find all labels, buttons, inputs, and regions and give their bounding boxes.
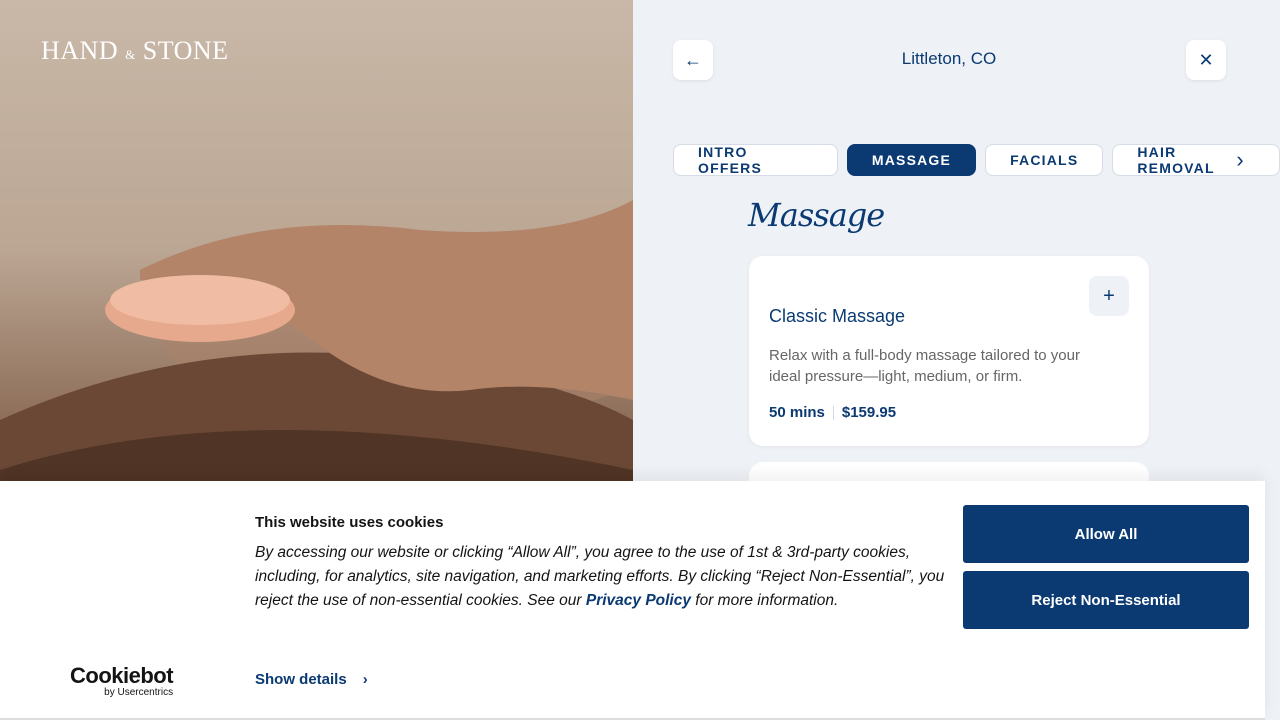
tab-hair-removal[interactable]: HAIR REMOVAL [1112, 144, 1280, 176]
close-icon: ✕ [1198, 49, 1214, 70]
service-duration: 50 mins [769, 404, 825, 421]
show-details-button[interactable]: Show details › [255, 671, 368, 688]
tab-facials[interactable]: FACIALS [985, 144, 1104, 176]
meta-divider [832, 405, 834, 420]
brand-logo[interactable]: HAND & STONE [41, 36, 229, 66]
service-card[interactable]: + Classic Massage Relax with a full-body… [749, 256, 1149, 446]
location-label: Littleton, CO [901, 49, 997, 68]
tab-intro-offers[interactable]: INTRO OFFERS [673, 144, 838, 176]
reject-non-essential-button[interactable]: Reject Non-Essential [963, 571, 1249, 629]
add-service-button[interactable]: + [1089, 276, 1129, 316]
close-button[interactable]: ✕ [1186, 40, 1226, 80]
privacy-policy-link[interactable]: Privacy Policy [586, 592, 691, 609]
tabs-next-button[interactable]: › [1228, 147, 1252, 173]
tab-massage[interactable]: MASSAGE [846, 144, 977, 176]
service-description: Relax with a full-body massage tailored … [769, 347, 1080, 385]
cookiebot-logo[interactable]: Cookiebot by Usercentrics [70, 663, 174, 698]
cookie-banner: Cookiebot by Usercentrics This website u… [0, 481, 1265, 720]
service-title: Classic Massage [769, 306, 906, 326]
plus-icon: + [1103, 284, 1115, 307]
allow-all-button[interactable]: Allow All [963, 505, 1249, 563]
service-meta: 50 mins $159.95 [769, 404, 896, 421]
service-price: $159.95 [841, 404, 897, 421]
cookie-title: This website uses cookies [255, 514, 444, 531]
section-title: Massage [748, 196, 885, 234]
category-tabs: INTRO OFFERS MASSAGE FACIALS HAIR REMOVA… [673, 144, 1280, 176]
cookie-text: By accessing our website or clicking “Al… [255, 544, 945, 609]
chevron-right-icon: › [1236, 147, 1244, 172]
chevron-right-icon: › [362, 671, 368, 688]
